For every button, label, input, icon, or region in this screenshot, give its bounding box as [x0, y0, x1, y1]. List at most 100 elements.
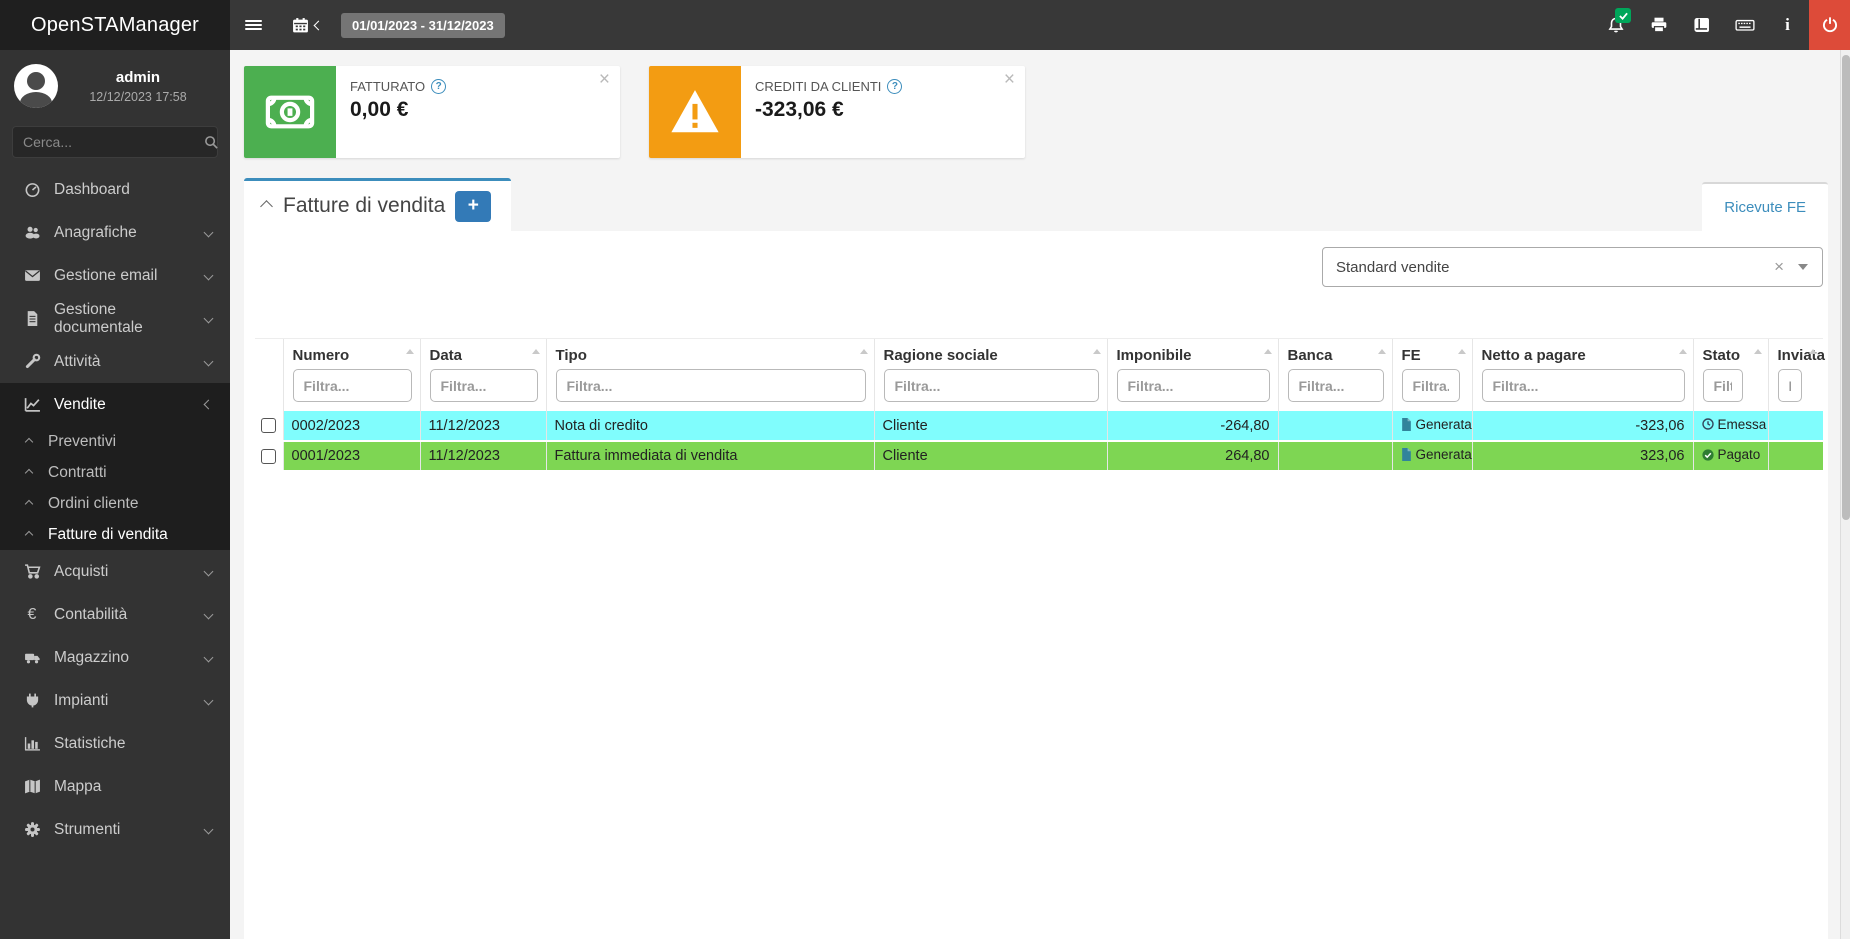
filter-input-fe[interactable] [1401, 369, 1460, 402]
select-all-header [255, 338, 283, 364]
tab-fatture-di-vendita[interactable]: Fatture di vendita + [244, 178, 511, 231]
chevron-right-icon [24, 499, 34, 508]
fe-status-label: Generata [1415, 416, 1472, 432]
vertical-scrollbar[interactable] [1840, 50, 1850, 939]
close-icon[interactable]: × [599, 70, 610, 89]
filter-input-stato[interactable] [1702, 369, 1743, 402]
search-input[interactable] [23, 134, 204, 150]
filter-input-imponibile[interactable] [1116, 369, 1270, 402]
page-title: Fatture di vendita [283, 194, 446, 217]
cell-netto: -323,06 [1471, 411, 1693, 442]
sort-icon[interactable] [1753, 349, 1762, 354]
sort-icon[interactable] [405, 349, 414, 354]
sidebar-search[interactable] [12, 126, 218, 158]
sidebar-item-dashboard[interactable]: Dashboard [0, 168, 230, 211]
chevron-down-icon[interactable] [1798, 264, 1808, 270]
filter-input-banca[interactable] [1287, 369, 1384, 402]
filter-input-netto[interactable] [1481, 369, 1685, 402]
sidebar-item-attivita[interactable]: Attività [0, 340, 230, 383]
sort-icon[interactable] [859, 349, 868, 354]
sort-icon[interactable] [1263, 349, 1272, 354]
calendar-dropdown[interactable] [277, 0, 337, 50]
docs-button[interactable] [1680, 0, 1723, 50]
column-header-netto-a-pagare[interactable]: Netto a pagare [1471, 338, 1693, 364]
column-header-fe[interactable]: FE [1391, 338, 1472, 364]
sidebar-item-magazzino[interactable]: Magazzino [0, 636, 230, 679]
sidebar-subitem-label: Preventivi [48, 432, 117, 450]
envelope-icon [20, 267, 44, 284]
chevron-down-icon [313, 16, 324, 34]
sidebar-item-label: Attività [54, 352, 101, 370]
sidebar-item-impianti[interactable]: Impianti [0, 679, 230, 722]
sidebar-item-gestione-email[interactable]: Gestione email [0, 254, 230, 297]
column-header-numero[interactable]: Numero [282, 338, 420, 364]
cell-ragione-sociale: Cliente [873, 411, 1107, 442]
sort-icon[interactable] [531, 349, 540, 354]
sort-icon[interactable] [1092, 349, 1101, 354]
clear-icon[interactable]: × [1760, 257, 1798, 277]
column-header-data[interactable]: Data [419, 338, 546, 364]
print-button[interactable] [1637, 0, 1680, 50]
logout-button[interactable] [1809, 0, 1850, 50]
row-checkbox[interactable] [261, 418, 277, 434]
filter-input-numero[interactable] [292, 369, 412, 402]
topbar: OpenSTAManager 01/01/2023 - 31/12/2023 i [0, 0, 1850, 50]
notifications-button[interactable] [1594, 0, 1637, 50]
sidebar-item-anagrafiche[interactable]: Anagrafiche [0, 211, 230, 254]
filter-input-data[interactable] [429, 369, 538, 402]
cell-inviata [1767, 441, 1823, 472]
cell-data: 11/12/2023 [419, 441, 546, 472]
sidebar-item-contratti[interactable]: Contratti [0, 457, 230, 488]
row-checkbox[interactable] [261, 448, 277, 464]
hamburger-menu-icon[interactable] [230, 0, 277, 50]
help-icon[interactable]: ? [431, 79, 447, 94]
table-row[interactable]: 0002/2023 11/12/2023 Nota di credito Cli… [255, 411, 1823, 442]
info-button[interactable]: i [1766, 0, 1809, 50]
view-select[interactable]: Standard vendite × [1322, 247, 1823, 287]
card-value: -323,06 € [755, 98, 844, 121]
sidebar-item-fatture-di-vendita[interactable]: Fatture di vendita [0, 519, 230, 550]
sidebar-item-label: Contabilità [54, 605, 128, 623]
crediti-card: CREDITI DA CLIENTI ? -323,06 € × [649, 66, 1025, 158]
sidebar-item-statistiche[interactable]: Statistiche [0, 722, 230, 765]
filter-input-inviata[interactable] [1777, 369, 1802, 402]
sort-icon[interactable] [1678, 349, 1687, 354]
sidebar: admin 12/12/2023 17:58 Dashboard Anagraf… [0, 50, 230, 939]
column-header-ragione-sociale[interactable]: Ragione sociale [873, 338, 1107, 364]
column-header-imponibile[interactable]: Imponibile [1106, 338, 1278, 364]
sidebar-item-gestione-documentale[interactable]: Gestione documentale [0, 297, 230, 340]
document-icon [20, 310, 44, 327]
column-header-tipo[interactable]: Tipo [545, 338, 874, 364]
column-header-inviata[interactable]: Inviata [1767, 338, 1825, 364]
users-icon [20, 224, 44, 241]
add-invoice-button[interactable]: + [455, 190, 492, 222]
sidebar-item-acquisti[interactable]: Acquisti [0, 550, 230, 593]
sidebar-item-vendite[interactable]: Vendite [0, 383, 230, 426]
sidebar-item-mappa[interactable]: Mappa [0, 765, 230, 808]
sidebar-item-strumenti[interactable]: Strumenti [0, 808, 230, 851]
shortcuts-button[interactable] [1723, 0, 1766, 50]
column-header-banca[interactable]: Banca [1277, 338, 1392, 364]
table-row[interactable]: 0001/2023 11/12/2023 Fattura immediata d… [255, 441, 1823, 472]
search-icon[interactable] [204, 135, 219, 150]
filter-empty [255, 364, 283, 411]
sidebar-item-ordini-cliente[interactable]: Ordini cliente [0, 488, 230, 519]
sidebar-item-contabilita[interactable]: € Contabilità [0, 593, 230, 636]
column-header-stato[interactable]: Stato [1692, 338, 1768, 364]
map-icon [20, 778, 44, 795]
sidebar-item-label: Gestione documentale [54, 300, 143, 336]
cell-banca [1277, 411, 1392, 442]
scrollbar-thumb[interactable] [1842, 55, 1850, 520]
filter-input-ragione-sociale[interactable] [883, 369, 1099, 402]
close-icon[interactable]: × [1004, 70, 1015, 89]
help-icon[interactable]: ? [887, 79, 903, 94]
sidebar-item-preventivi[interactable]: Preventivi [0, 426, 230, 457]
chevron-right-icon [260, 199, 273, 213]
sort-icon[interactable] [1457, 349, 1466, 354]
date-range-badge[interactable]: 01/01/2023 - 31/12/2023 [341, 12, 505, 38]
sort-icon[interactable] [1377, 349, 1386, 354]
tab-ricevute-fe[interactable]: Ricevute FE [1702, 182, 1828, 231]
filter-input-tipo[interactable] [555, 369, 866, 402]
sort-icon[interactable] [1809, 349, 1817, 354]
chevron-down-icon [203, 399, 214, 410]
